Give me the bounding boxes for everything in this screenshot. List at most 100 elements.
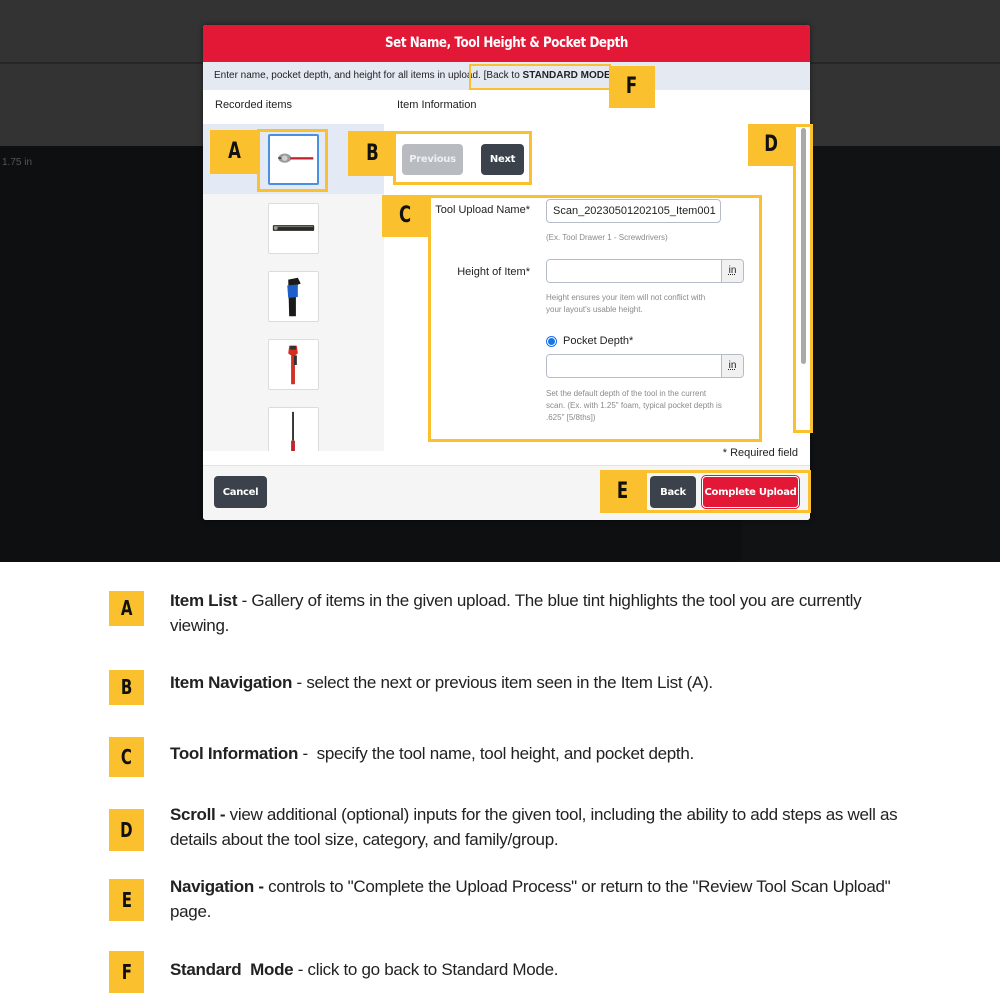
- scrollbar-thumb[interactable]: [801, 128, 806, 364]
- legend-text-f: Standard Mode - click to go back to Stan…: [170, 957, 910, 982]
- legend-tag-letter: E: [121, 888, 132, 912]
- gallery-item-screwdriver[interactable]: [268, 407, 319, 451]
- legend-separator: -: [237, 591, 252, 610]
- legend-title: Standard Mode: [170, 960, 294, 979]
- pocket-depth-option[interactable]: Pocket Depth*: [546, 335, 633, 347]
- callout-c-letter: C: [399, 203, 412, 228]
- flat-bar-tool-icon: [272, 225, 315, 231]
- callout-f-letter: F: [626, 74, 638, 99]
- tool-upload-name-input[interactable]: Scan_20230501202105_Item001: [546, 199, 721, 223]
- legend-tag-e: E: [109, 879, 144, 921]
- instructions-text: Enter name, pocket depth, and height for…: [214, 70, 481, 81]
- legend-tag-b: B: [109, 670, 144, 705]
- screwdriver-icon: [291, 411, 295, 451]
- legend-description: view additional (optional) inputs for th…: [170, 805, 898, 849]
- callout-c-tag: C: [382, 195, 429, 237]
- item-information-heading: Item Information: [397, 99, 477, 111]
- height-help-line-2: your layout's usable height.: [546, 305, 643, 314]
- tool-upload-name-label: Tool Upload Name*: [435, 204, 530, 216]
- cancel-button[interactable]: Cancel: [214, 476, 267, 508]
- pocket-depth-input[interactable]: [547, 355, 721, 377]
- callout-d-letter: D: [764, 132, 778, 157]
- gallery-item-pipe-wrench[interactable]: [268, 339, 319, 390]
- callout-b-letter: B: [365, 141, 379, 166]
- legend-item-e: E Navigation - controls to "Complete the…: [109, 874, 909, 926]
- standard-mode-link-prefix: [Back to: [483, 70, 523, 81]
- pocket-depth-label: Pocket Depth*: [563, 335, 634, 347]
- gallery-item-hex-key-set[interactable]: [268, 271, 319, 322]
- pocket-depth-unit-label: in: [721, 355, 743, 377]
- legend-separator: -: [298, 744, 317, 763]
- pocket-depth-help-line-2: scan. (Ex. with 1.25" foam, typical pock…: [546, 401, 722, 410]
- callout-e-letter: E: [617, 479, 629, 504]
- legend-title: Scroll -: [170, 805, 226, 824]
- legend-description: Gallery of items in the given upload. Th…: [170, 591, 862, 635]
- pocket-depth-help-line-1: Set the default depth of the tool in the…: [546, 389, 707, 398]
- legend-separator: -: [293, 960, 308, 979]
- legend-item-f: F Standard Mode - click to go back to St…: [109, 951, 909, 993]
- back-button[interactable]: Back: [650, 476, 696, 508]
- next-button[interactable]: Next: [481, 144, 524, 175]
- legend-item-c: C Tool Information - specify the tool na…: [109, 735, 910, 777]
- legend-title: Tool Information: [170, 744, 299, 763]
- height-of-item-input[interactable]: [547, 260, 721, 282]
- standard-mode-link-bold: STANDARD MODE: [522, 70, 611, 81]
- legend-title: Item List: [170, 591, 238, 610]
- height-of-item-label: Height of Item*: [457, 266, 530, 278]
- set-name-height-depth-modal: Set Name, Tool Height & Pocket Depth Ent…: [203, 25, 810, 520]
- height-unit-label: in: [721, 260, 743, 282]
- gallery-item-torque-wrench[interactable]: [268, 134, 319, 185]
- modal-header: Set Name, Tool Height & Pocket Depth: [203, 25, 810, 62]
- legend-item-b: B Item Navigation - select the next or p…: [109, 670, 909, 705]
- callout-f-tag: F: [609, 66, 655, 108]
- radio-selected-dot: [548, 337, 555, 345]
- complete-upload-button[interactable]: Complete Upload: [702, 476, 799, 508]
- legend-description: select the next or previous item seen in…: [306, 673, 713, 692]
- height-help-line-1: Height ensures your item will not confli…: [546, 293, 706, 302]
- legend-separator: -: [292, 673, 307, 692]
- legend-description: click to go back to Standard Mode.: [307, 960, 559, 979]
- legend-tag-letter: A: [120, 596, 133, 620]
- required-field-note: * Required field: [722, 447, 798, 459]
- callout-a-letter: A: [228, 139, 242, 164]
- legend-item-d: D Scroll - view additional (optional) in…: [109, 802, 909, 854]
- gallery-item-flat-bar[interactable]: [268, 203, 319, 254]
- legend-title: Navigation -: [170, 877, 264, 896]
- modal-title: Set Name, Tool Height & Pocket Depth: [248, 25, 765, 62]
- pocket-depth-help-line-3: .625" [5/8ths]): [546, 413, 596, 422]
- pocket-depth-field: in: [546, 354, 744, 378]
- legend-text-c: Tool Information - specify the tool name…: [170, 741, 910, 766]
- recorded-items-heading: Recorded items: [215, 99, 293, 111]
- hex-key-set-icon: [287, 277, 301, 317]
- legend-text-a: Item List - Gallery of items in the give…: [170, 588, 910, 638]
- standard-mode-link[interactable]: [Back to STANDARD MODE]: [484, 70, 614, 81]
- legend-tag-letter: F: [121, 960, 132, 984]
- legend-tag-d: D: [109, 809, 144, 851]
- legend-tag-a: A: [109, 591, 144, 626]
- legend-tag-letter: C: [120, 745, 133, 769]
- instructions-bar: Enter name, pocket depth, and height for…: [203, 62, 810, 90]
- pipe-wrench-icon: [288, 345, 298, 385]
- legend-text-e: Navigation - controls to "Complete the U…: [170, 874, 910, 924]
- legend-tag-letter: D: [120, 818, 133, 842]
- torque-wrench-icon: [278, 153, 314, 163]
- legend-text-b: Item Navigation - select the next or pre…: [170, 670, 910, 695]
- background-measure-label: 1.75 in: [2, 157, 33, 168]
- column-headers: Recorded items Item Information: [203, 90, 810, 124]
- callout-e-tag: E: [600, 470, 646, 513]
- legend-tag-c: C: [109, 737, 144, 777]
- callout-a-tag: A: [210, 130, 260, 174]
- tool-upload-name-help: (Ex. Tool Drawer 1 - Screwdrivers): [546, 233, 668, 242]
- legend-item-a: A Item List - Gallery of items in the gi…: [109, 588, 909, 640]
- legend-tag-f: F: [109, 951, 144, 993]
- legend-description: specify the tool name, tool height, and …: [316, 744, 695, 763]
- pocket-depth-radio[interactable]: [546, 335, 557, 347]
- callout-b-tag: B: [348, 131, 396, 176]
- legend-title: Item Navigation: [170, 673, 293, 692]
- callout-d-tag: D: [748, 124, 794, 166]
- legend-description: controls to "Complete the Upload Process…: [170, 877, 891, 921]
- legend-text-d: Scroll - view additional (optional) inpu…: [170, 802, 910, 852]
- height-of-item-field: in: [546, 259, 744, 283]
- previous-button[interactable]: Previous: [402, 144, 463, 175]
- legend-tag-letter: B: [120, 675, 133, 699]
